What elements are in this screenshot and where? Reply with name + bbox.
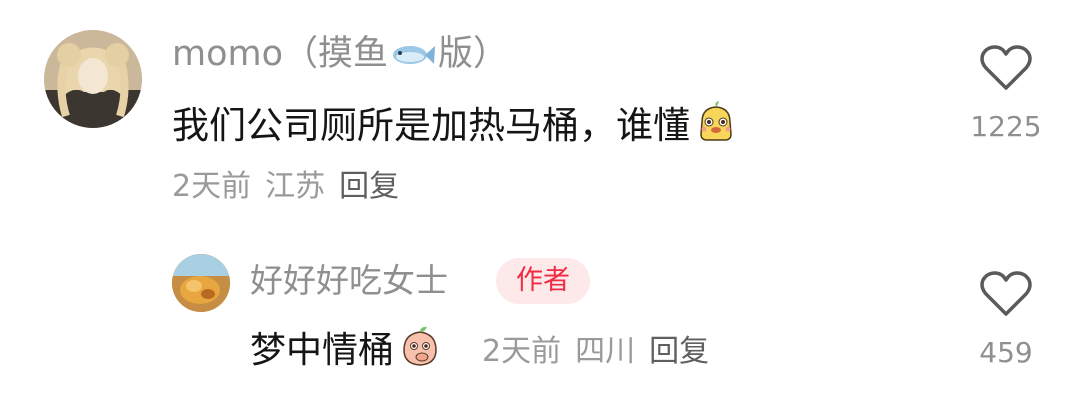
heart-icon [980,45,1032,90]
reply-meta: 2天前 四川 回复 [482,330,709,374]
reply-username[interactable]: 好好好吃女士 [250,258,448,304]
like-button[interactable]: 459 [966,270,1046,380]
like-count: 1225 [970,110,1042,143]
fish-icon [390,34,436,64]
reply-content: 梦中情桶 [250,330,395,371]
comment-time: 2天前 [172,169,252,204]
reply-button[interactable]: 回复 [649,334,709,369]
like-button[interactable]: 1225 [966,44,1046,154]
author-badge: 作者 [496,258,590,304]
yellow-sticker-emoji-icon [694,100,738,144]
reply-location: 四川 [575,334,636,369]
reply-button[interactable]: 回复 [339,169,399,204]
avatar[interactable] [44,30,142,128]
username-text-suffix: 版） [438,34,509,74]
like-count: 459 [979,336,1033,369]
username-text: momo（摸鱼 [172,34,389,74]
avatar[interactable] [172,254,230,312]
heart-icon [980,271,1032,316]
reply-text: 梦中情桶 [250,323,442,379]
peach-sticker-emoji-icon [398,324,442,368]
comment-content: 我们公司厕所是加热马桶，谁懂 [172,104,690,147]
comment-text: 我们公司厕所是加热马桶，谁懂 [172,98,738,154]
comment-location: 江苏 [265,169,326,204]
comment-meta: 2天前 江苏 回复 [172,165,399,209]
comment-username[interactable]: momo（摸鱼 版） [172,30,508,78]
reply-time: 2天前 [482,334,562,369]
